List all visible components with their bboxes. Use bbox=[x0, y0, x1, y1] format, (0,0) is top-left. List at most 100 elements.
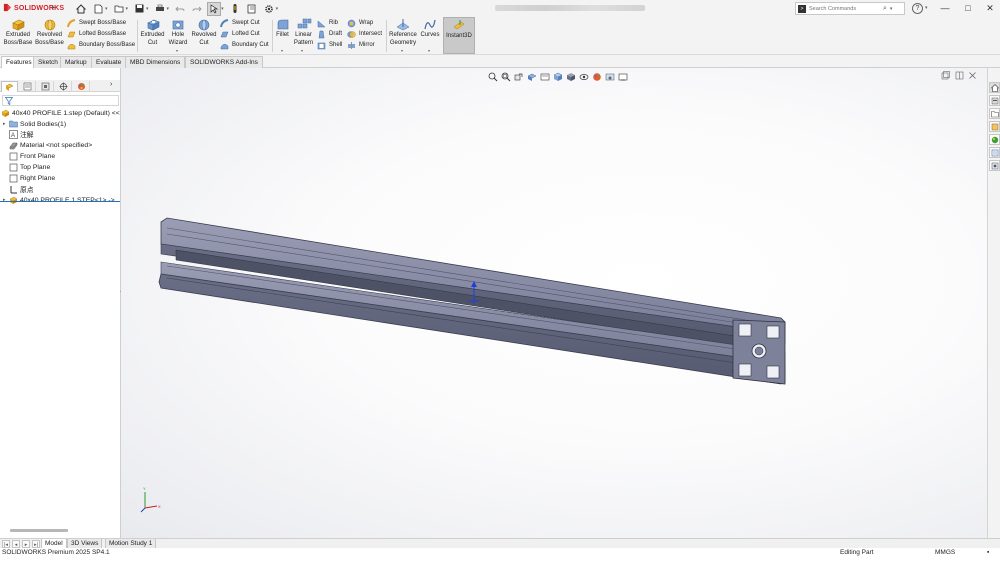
tree-item-annotations[interactable]: A 注解 bbox=[9, 129, 34, 139]
filter-funnel-icon bbox=[5, 97, 13, 105]
menu-expand-icon[interactable]: ▸ bbox=[52, 4, 55, 11]
mirror-button[interactable]: Mirror bbox=[347, 40, 375, 50]
undo-icon[interactable] bbox=[173, 2, 187, 16]
curves-dropdown-icon[interactable]: ▾ bbox=[428, 48, 430, 53]
tree-end-marker[interactable] bbox=[0, 201, 120, 202]
search-commands-box[interactable]: > ⌕ ▾ bbox=[795, 2, 905, 15]
linear-pattern-button[interactable]: Linear Pattern bbox=[292, 18, 315, 47]
extruded-boss-button[interactable]: Extruded Boss/Base bbox=[3, 18, 33, 47]
status-units[interactable]: MMGS bbox=[935, 549, 955, 556]
new-dropdown-icon[interactable]: ▾ bbox=[105, 6, 108, 12]
displaymanager-tab[interactable] bbox=[73, 81, 90, 92]
options-gear-icon[interactable] bbox=[262, 2, 276, 16]
appearances-scenes-icon[interactable] bbox=[989, 134, 1000, 145]
material-icon bbox=[9, 141, 18, 150]
tree-item-right-plane[interactable]: Right Plane bbox=[9, 173, 55, 183]
graphics-area[interactable]: Y X bbox=[121, 68, 987, 538]
print-dropdown-icon[interactable]: ▾ bbox=[167, 6, 170, 12]
redo-icon[interactable] bbox=[190, 2, 204, 16]
tree-item-solid-bodies[interactable]: ▸ Solid Bodies(1) bbox=[3, 119, 66, 129]
status-info-icon[interactable]: ▪ bbox=[987, 549, 989, 556]
lofted-cut-button[interactable]: Lofted Cut bbox=[220, 29, 260, 39]
feature-tree-horizontal-scrollbar[interactable] bbox=[10, 529, 68, 532]
options-dropdown-icon[interactable]: ▾ bbox=[276, 6, 279, 12]
solidworks-resources-icon[interactable] bbox=[989, 82, 1000, 93]
featuremanager-tab[interactable] bbox=[1, 81, 18, 92]
design-library-icon[interactable] bbox=[989, 95, 1000, 106]
tree-item-material[interactable]: Material <not specified> bbox=[9, 140, 92, 150]
tree-item-imported-part[interactable]: ▸ 40x40 PROFILE 1.STEP<1> -> bbox=[3, 195, 115, 205]
search-commands-input[interactable] bbox=[809, 5, 881, 12]
reference-geometry-button[interactable]: Reference Geometry bbox=[388, 18, 418, 47]
select-dropdown-icon[interactable]: ▾ bbox=[221, 6, 224, 12]
revolved-cut-button[interactable]: Revolved Cut bbox=[190, 18, 218, 47]
propertymanager-tab[interactable] bbox=[19, 81, 36, 92]
help-button[interactable]: ? bbox=[912, 3, 923, 14]
last-tab-arrow-icon[interactable]: ▸| bbox=[32, 540, 40, 548]
boundary-cut-button[interactable]: Boundary Cut bbox=[220, 40, 269, 50]
file-properties-icon[interactable] bbox=[245, 2, 259, 16]
intersect-button[interactable]: Intersect bbox=[347, 29, 382, 39]
reference-triad-icon[interactable]: Y X bbox=[140, 486, 161, 513]
extruded-cut-button[interactable]: Extruded Cut bbox=[139, 18, 166, 47]
help-dropdown-icon[interactable]: ▾ bbox=[925, 5, 928, 11]
open-folder-icon[interactable] bbox=[112, 2, 126, 16]
select-cursor-icon[interactable] bbox=[207, 1, 222, 16]
revolved-boss-button[interactable]: Revolved Boss/Base bbox=[34, 18, 65, 47]
print-icon[interactable] bbox=[153, 2, 167, 16]
swept-boss-button[interactable]: Swept Boss/Base bbox=[67, 18, 126, 28]
tab-evaluate[interactable]: Evaluate bbox=[91, 56, 127, 68]
tree-item-front-plane[interactable]: Front Plane bbox=[9, 151, 55, 161]
fillet-button[interactable]: Fillet bbox=[274, 18, 291, 40]
hole-wizard-button[interactable]: Hole Wizard bbox=[166, 18, 190, 47]
minimize-button[interactable]: — bbox=[935, 1, 955, 15]
boundary-boss-button[interactable]: Boundary Boss/Base bbox=[67, 40, 135, 50]
custom-properties-icon[interactable] bbox=[989, 147, 1000, 158]
file-explorer-icon[interactable] bbox=[989, 108, 1000, 119]
search-icon[interactable]: ⌕ bbox=[883, 5, 887, 13]
solidworks-forum-icon[interactable] bbox=[989, 160, 1000, 171]
shell-button[interactable]: Shell bbox=[317, 40, 342, 50]
maximize-button[interactable]: □ bbox=[958, 1, 978, 15]
dimxpertmanager-tab[interactable] bbox=[55, 81, 72, 92]
next-tab-arrow-icon[interactable]: ▸ bbox=[22, 540, 30, 548]
tree-item-origin[interactable]: 原点 bbox=[9, 184, 34, 194]
save-icon[interactable] bbox=[132, 2, 146, 16]
tab-features[interactable]: Features bbox=[1, 56, 37, 68]
feature-tree-filter[interactable] bbox=[2, 95, 119, 106]
instant3d-button[interactable]: Instant3D bbox=[443, 17, 475, 54]
manager-tabs-next-icon[interactable]: › bbox=[110, 81, 112, 88]
rib-button[interactable]: Rib bbox=[317, 18, 338, 28]
view-palette-icon[interactable] bbox=[989, 121, 1000, 132]
first-tab-arrow-icon[interactable]: |◂ bbox=[2, 540, 10, 548]
hole-wizard-dropdown-icon[interactable]: ▾ bbox=[176, 48, 178, 53]
rebuild-icon[interactable] bbox=[228, 2, 242, 16]
command-prompt-icon: > bbox=[798, 4, 806, 13]
reference-geometry-dropdown-icon[interactable]: ▾ bbox=[401, 48, 403, 53]
ribbon-separator bbox=[386, 20, 387, 52]
pattern-dropdown-icon[interactable]: ▾ bbox=[301, 48, 303, 53]
draft-button[interactable]: Draft bbox=[317, 29, 342, 39]
ribbon-separator bbox=[272, 20, 273, 52]
profile-model-3d[interactable]: Y X bbox=[121, 68, 987, 538]
solidworks-logo[interactable]: SOLIDWORKS bbox=[3, 3, 64, 12]
tab-solidworks-add-ins[interactable]: SOLIDWORKS Add-Ins bbox=[185, 56, 263, 68]
lofted-boss-button[interactable]: Lofted Boss/Base bbox=[67, 29, 126, 39]
tab-sketch[interactable]: Sketch bbox=[33, 56, 63, 68]
tab-mbd-dimensions[interactable]: MBD Dimensions bbox=[125, 56, 186, 68]
swept-cut-button[interactable]: Swept Cut bbox=[220, 18, 260, 28]
search-dropdown-icon[interactable]: ▾ bbox=[890, 6, 893, 12]
home-icon[interactable] bbox=[74, 2, 88, 16]
tab-markup[interactable]: Markup bbox=[60, 56, 92, 68]
tree-item-top-plane[interactable]: Top Plane bbox=[9, 162, 50, 172]
save-dropdown-icon[interactable]: ▾ bbox=[146, 6, 149, 12]
fillet-dropdown-icon[interactable]: ▾ bbox=[281, 48, 283, 53]
close-button[interactable]: ✕ bbox=[980, 1, 1000, 15]
curves-button[interactable]: Curves bbox=[419, 18, 441, 40]
previous-tab-arrow-icon[interactable]: ◂ bbox=[12, 540, 20, 548]
wrap-button[interactable]: Wrap bbox=[347, 18, 373, 28]
open-dropdown-icon[interactable]: ▾ bbox=[126, 6, 129, 12]
new-document-icon[interactable] bbox=[91, 2, 105, 16]
configurationmanager-tab[interactable] bbox=[37, 81, 54, 92]
tree-root-part[interactable]: 40x40 PROFILE 1.step (Default) << bbox=[1, 108, 120, 118]
